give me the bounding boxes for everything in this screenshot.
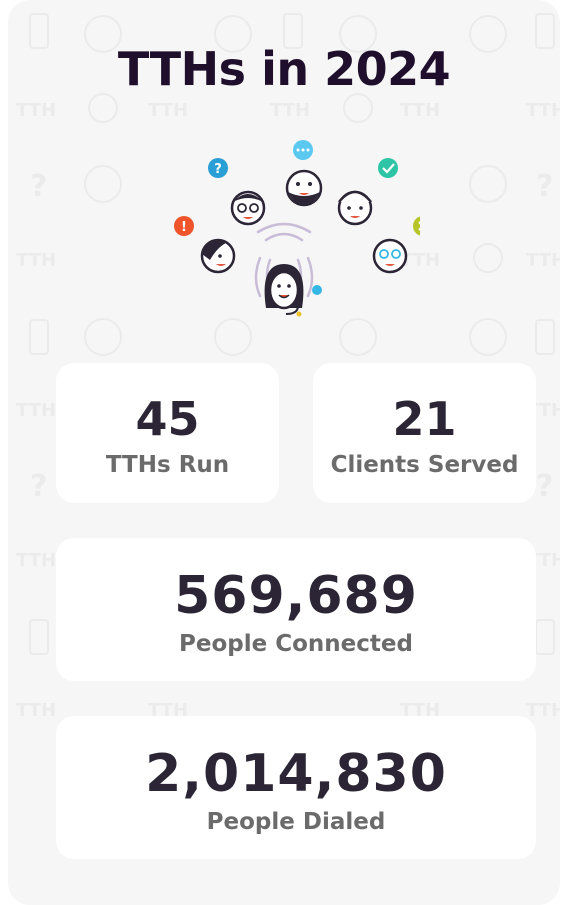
pattern-text: TTH — [16, 700, 56, 721]
stat-people-connected: 569,689 People Connected — [56, 538, 536, 681]
person-glasses-icon — [230, 190, 266, 226]
pattern-text: TTH — [16, 250, 56, 271]
person-woman-icon — [200, 238, 236, 274]
stat-people-dialed: 2,014,830 People Dialed — [56, 716, 536, 859]
pattern-text: TTH — [400, 100, 440, 121]
pattern-text: TTH — [148, 100, 188, 121]
svg-text:?: ? — [30, 469, 47, 504]
person-elderly-man-icon — [372, 238, 408, 274]
stat-label: TTHs Run — [105, 452, 230, 478]
infographic-card: TTH TTH TTH TTH TTH TTH TTH TTH TTH TTH … — [8, 0, 560, 905]
svg-text:?: ? — [30, 169, 47, 204]
svg-text:!: ! — [181, 220, 187, 235]
stat-clients-served: 21 Clients Served — [313, 363, 536, 503]
pattern-text: TTH — [526, 100, 560, 121]
stat-tths-run: 45 TTHs Run — [56, 363, 279, 503]
stat-value: 21 — [392, 392, 457, 446]
cancel-bubble-icon — [413, 216, 420, 236]
alert-bubble-icon: ! — [174, 216, 194, 236]
stat-label: People Dialed — [206, 809, 386, 835]
svg-text:?: ? — [214, 162, 222, 177]
stat-label: Clients Served — [330, 452, 519, 478]
chat-bubble-icon — [293, 140, 313, 160]
stat-value: 569,689 — [174, 566, 418, 626]
stat-value: 2,014,830 — [145, 744, 447, 804]
pattern-text: TTH — [526, 250, 560, 271]
pattern-text: TTH — [16, 100, 56, 121]
question-bubble-icon: ? — [208, 158, 228, 178]
svg-text:?: ? — [536, 169, 553, 204]
pattern-text: TTH — [16, 550, 56, 571]
agent-icon — [264, 264, 322, 317]
pattern-text: TTH — [270, 100, 310, 121]
page-title: TTHs in 2024 — [117, 42, 451, 96]
check-bubble-icon — [378, 158, 398, 178]
pattern-text: TTH — [526, 700, 560, 721]
person-elderly-woman-icon — [337, 190, 373, 226]
stat-label: People Connected — [179, 631, 413, 657]
svg-text:?: ? — [536, 469, 553, 504]
call-center-illustration: ? ! — [174, 140, 420, 317]
pattern-text: TTH — [16, 400, 56, 421]
person-bearded-icon — [285, 169, 323, 207]
stat-value: 45 — [135, 392, 200, 446]
